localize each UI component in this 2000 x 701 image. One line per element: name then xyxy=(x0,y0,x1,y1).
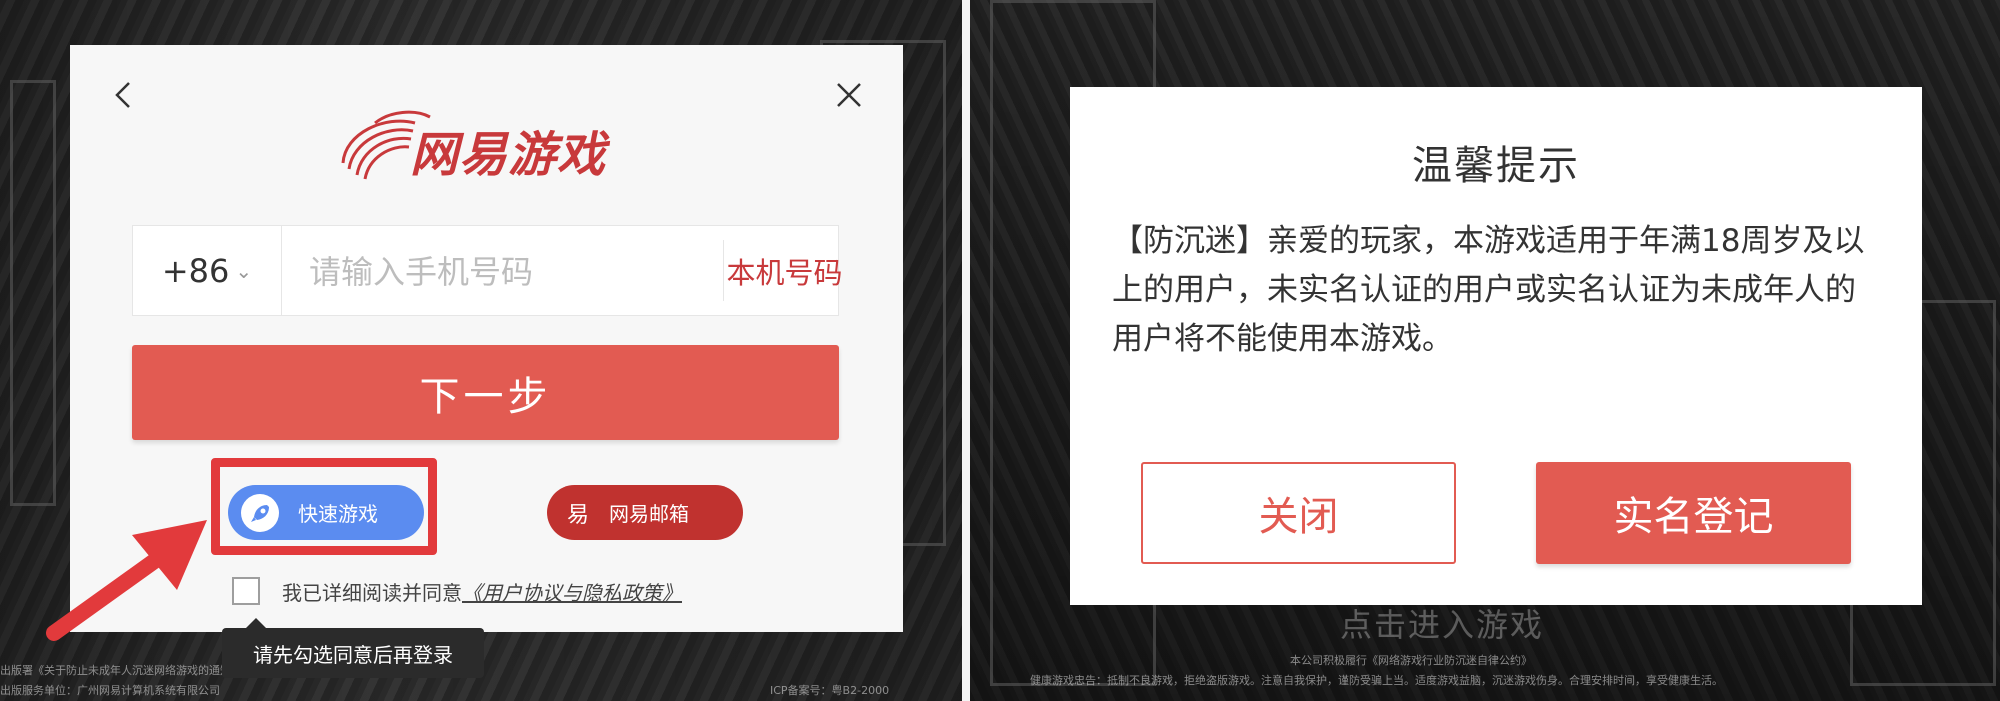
country-code-value: +86 xyxy=(161,251,230,290)
anti-addiction-dialog: 温馨提示 【防沉迷】亲爱的玩家，本游戏适用于年满18周岁及以上的用户，未实名认证… xyxy=(1070,87,1922,605)
login-tooltip: 请先勾选同意后再登录 xyxy=(222,618,484,678)
dialog-message: 【防沉迷】亲爱的玩家，本游戏适用于年满18周岁及以上的用户，未实名认证的用户或实… xyxy=(1112,223,1865,357)
local-number-button[interactable]: 本机号码 xyxy=(727,226,843,315)
left-footer-icp: ICP备案号：粤B2-2000 xyxy=(770,684,890,697)
left-footer-publisher: 出版服务单位：广州网易计算机系统有限公司 xyxy=(0,684,220,697)
agreement-text: 我已详细阅读并同意 xyxy=(282,580,462,605)
chevron-down-icon: ⌄ xyxy=(235,258,253,283)
divider xyxy=(723,240,724,301)
netease-mail-icon: 易 xyxy=(567,502,590,528)
right-footer-advice: 健康游戏忠告：抵制不良游戏，拒绝盗版游戏。注意自我保护，谨防受骗上当。适度游戏益… xyxy=(1030,674,1723,687)
bg-scaffold xyxy=(10,80,56,506)
phone-number-input[interactable] xyxy=(291,226,711,317)
close-icon xyxy=(837,83,861,107)
next-step-button[interactable]: 下一步 xyxy=(132,345,839,440)
agreement-row: 我已详细阅读并同意 《用户协议与隐私政策》 xyxy=(232,573,682,609)
agreement-link[interactable]: 《用户协议与隐私政策》 xyxy=(462,577,682,606)
logo-text: 网易游戏 xyxy=(410,127,607,183)
dialog-title: 温馨提示 xyxy=(1412,143,1580,189)
enter-game-prompt[interactable]: 点击进入游戏 xyxy=(1340,600,1544,646)
back-button[interactable] xyxy=(104,75,144,115)
country-code-select[interactable]: +86 ⌄ xyxy=(133,226,282,315)
netease-mail-label: 网易邮箱 xyxy=(609,502,690,526)
chevron-left-icon xyxy=(115,82,130,108)
close-button[interactable] xyxy=(829,75,869,115)
left-footer-notice: 出版署《关于防止未成年人沉迷网络游戏的通知》 xyxy=(0,664,242,677)
quick-game-label: 快速游戏 xyxy=(298,502,378,526)
screenshot-divider xyxy=(962,0,970,701)
annotation-arrow-icon xyxy=(46,520,207,641)
right-footer-pledge: 本公司积极履行《网络游戏行业防沉迷自律公约》 xyxy=(1290,654,1532,667)
agreement-checkbox[interactable] xyxy=(232,577,260,605)
quick-game-button[interactable]: 快速游戏 xyxy=(228,485,424,540)
real-name-register-button[interactable]: 实名登记 xyxy=(1536,462,1851,564)
netease-mail-button[interactable]: 易 网易邮箱 xyxy=(547,485,743,540)
close-dialog-button[interactable]: 关闭 xyxy=(1141,462,1456,564)
rocket-icon xyxy=(241,493,279,532)
phone-input-row: +86 ⌄ 本机号码 xyxy=(132,225,843,317)
